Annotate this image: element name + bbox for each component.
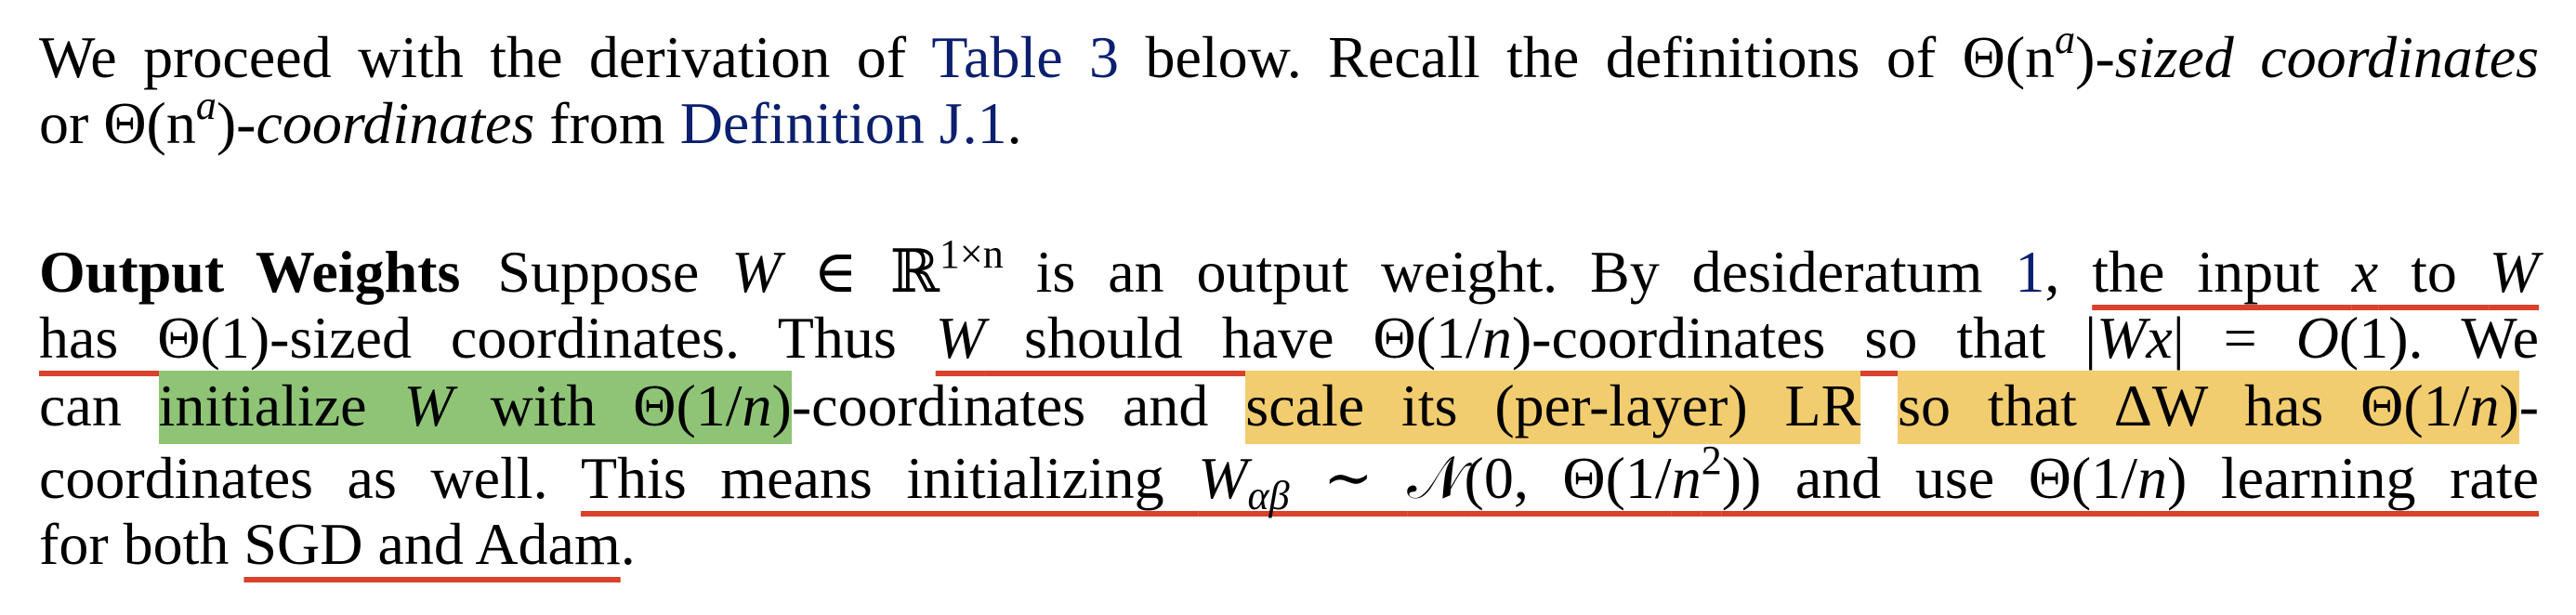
underline-annotation-theta1-coords: has Θ(1)-sized coordinates <box>39 305 725 371</box>
math-superscript: 1×n <box>939 231 1004 277</box>
paragraph2-line2: has Θ(1)-sized coordinates. Thus W shoul… <box>39 305 2539 372</box>
underline-annotation-should-have: W should have Θ(1/n)-coordinates so that… <box>935 305 2424 371</box>
yellow-highlight-scale-lr: scale its (per-layer) LR <box>1245 371 1861 444</box>
underline-annotation-sgd-adam: SGD and Adam <box>243 511 621 577</box>
text: coordinates as well. <box>39 445 581 511</box>
text: Suppose <box>497 239 732 305</box>
text: below. Recall the definitions of <box>1119 24 1963 90</box>
math-theta-n-a: Θ(na) <box>1962 17 2096 91</box>
text: We <box>2423 305 2540 371</box>
text: for both <box>39 511 244 577</box>
text: We proceed with the derivation of <box>39 24 932 90</box>
text: or <box>39 90 104 156</box>
definition-j1-link[interactable]: Definition J.1 <box>680 90 1007 156</box>
text: . <box>620 511 636 577</box>
green-highlight-initialize: initialize W with Θ(1/n) <box>158 371 792 444</box>
math-theta-n-a: Θ(na) <box>103 83 237 157</box>
table-3-link[interactable]: Table 3 <box>931 24 1119 90</box>
paragraph2-line3: can initialize W with Θ(1/n)-coordinates… <box>39 371 2540 444</box>
underline-annotation-input-x: the input x to W <box>2092 239 2540 305</box>
text: , <box>2044 239 2093 305</box>
text: . <box>1006 90 1022 156</box>
section-heading-output-weights: Output Weights <box>39 239 461 305</box>
paragraph2-line5: for both SGD and Adam. <box>39 511 2539 578</box>
text: - <box>2518 373 2540 438</box>
emphasis-sized-coordinates: -sized coordinates <box>2095 24 2540 90</box>
underline-annotation-init-lr: This means initializing Wαβ ∼ 𝒩(0, Θ(1/n… <box>580 438 2540 518</box>
emphasis-coordinates: -coordinates <box>236 90 535 156</box>
paragraph2-line4: coordinates as well. This means initiali… <box>39 438 2540 518</box>
text: can <box>39 373 159 438</box>
math-W: W <box>731 239 782 305</box>
math-in-reals: ∈ ℝ <box>781 239 940 305</box>
text: . Thus <box>724 305 936 371</box>
yellow-highlight-delta-w: so that ΔW has Θ(1/n) <box>1898 371 2519 444</box>
text: -coordinates and <box>791 373 1246 438</box>
text: from <box>534 90 680 156</box>
paragraph1-line2: or Θ(na)-coordinates from Definition J.1… <box>39 83 2539 157</box>
text: is an output weight. By desideratum <box>1003 239 2016 305</box>
paragraph1-line1: We proceed with the derivation of Table … <box>39 17 2540 91</box>
desideratum-1-link[interactable]: 1 <box>2015 239 2044 305</box>
paragraph2-line1: Output Weights Suppose W ∈ ℝ1×n is an out… <box>39 234 2540 306</box>
